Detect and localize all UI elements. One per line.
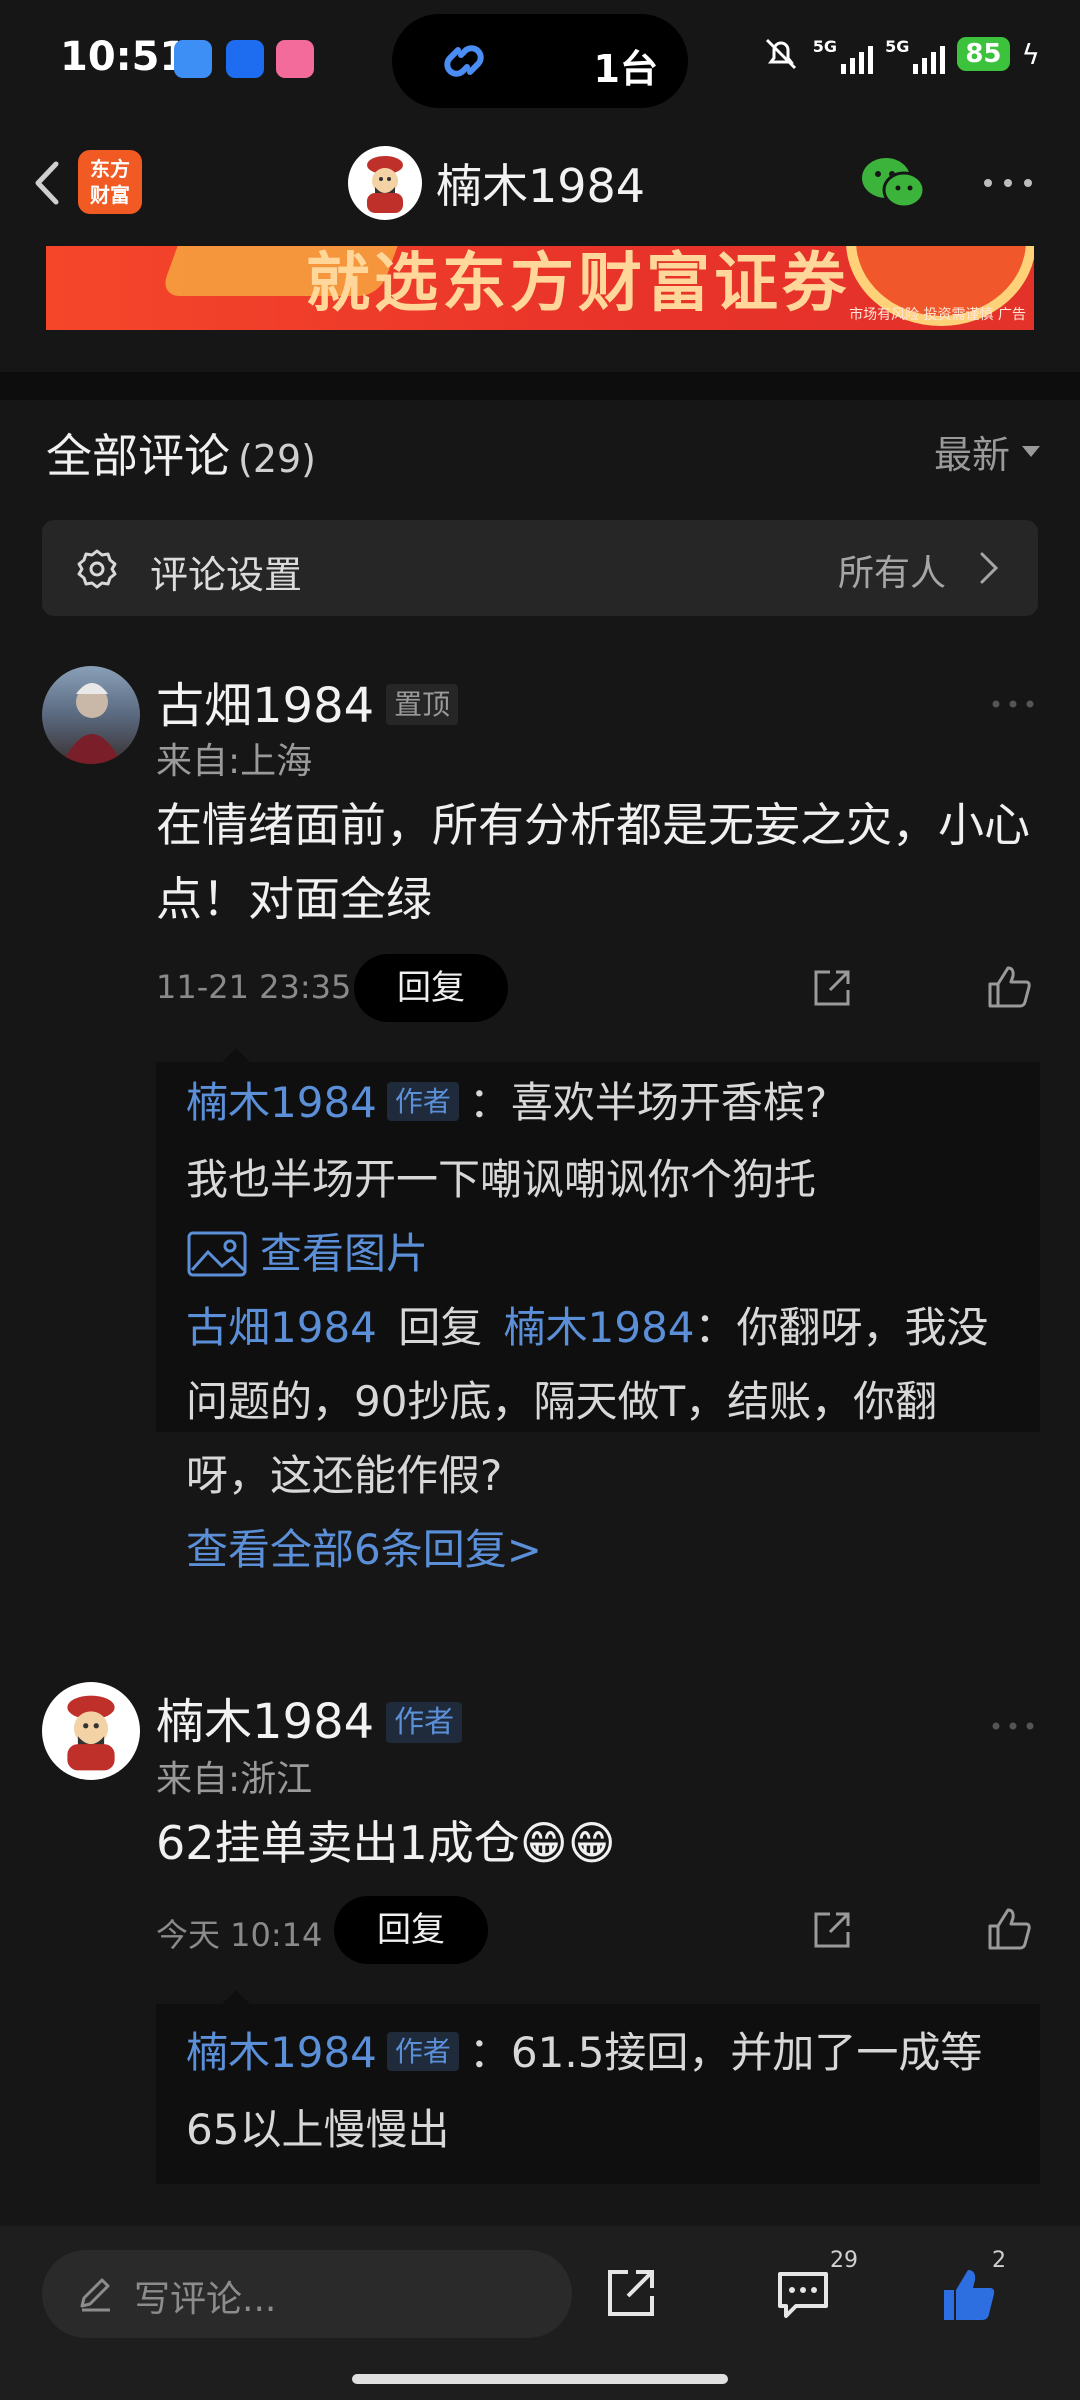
reply-thread: 楠木1984 作者 ：61.5接回，并加了一成等 65以上慢慢出 bbox=[156, 1990, 1040, 2184]
timestamp: 今天 10:14 bbox=[156, 1916, 323, 1954]
author-badge: 作者 bbox=[386, 1702, 463, 1743]
dynamic-island[interactable]: 1台 bbox=[392, 14, 688, 108]
view-all-replies-link[interactable]: 查看全部6条回复> bbox=[156, 1513, 1040, 1587]
write-comment-input[interactable]: 写评论... bbox=[42, 2250, 572, 2338]
thumbs-up-icon[interactable] bbox=[986, 1906, 1032, 1952]
pill-text: 1台 bbox=[593, 47, 658, 91]
more-icon[interactable] bbox=[980, 168, 1036, 198]
comment-settings-row[interactable]: 评论设置 所有人 bbox=[42, 520, 1038, 616]
author-badge: 作者 bbox=[386, 2031, 459, 2071]
comment-count: (29) bbox=[238, 437, 317, 481]
divider bbox=[0, 372, 1080, 400]
reply-item[interactable]: 楠木1984 作者 ：61.5接回，并加了一成等 bbox=[156, 2016, 1040, 2093]
comment-count-badge: 29 bbox=[830, 2248, 858, 2273]
caret-down-icon bbox=[1022, 446, 1040, 457]
battery-icon: 85 bbox=[957, 37, 1010, 71]
thumbs-up-filled-icon[interactable] bbox=[940, 2266, 998, 2324]
reply-item[interactable]: 古畑1984 回复 楠木1984：你翻呀，我没 bbox=[156, 1291, 1040, 1365]
bell-muted-icon bbox=[765, 38, 796, 70]
caishen-avatar-icon bbox=[67, 1695, 115, 1771]
notification-app-icon-1 bbox=[174, 40, 212, 78]
share-icon[interactable] bbox=[604, 2266, 658, 2320]
like-count-badge: 2 bbox=[992, 2248, 1006, 2273]
pinned-badge: 置顶 bbox=[386, 684, 459, 725]
avatar bbox=[348, 146, 422, 220]
comment-text: 在情绪面前，所有分析都是无妄之灾，小心 点！对面全绿 bbox=[156, 798, 1030, 926]
more-icon[interactable] bbox=[990, 1716, 1036, 1736]
chevron-right-icon bbox=[980, 552, 999, 584]
reply-username[interactable]: 楠木1984 bbox=[186, 2028, 377, 2077]
ad-banner[interactable]: 就选东方财富证券 市场有风险 投资需谨慎 广告 bbox=[46, 246, 1034, 330]
avatar[interactable] bbox=[42, 1682, 140, 1780]
comment-icon[interactable] bbox=[774, 2266, 832, 2322]
sort-dropdown[interactable]: 最新 bbox=[934, 424, 1040, 479]
home-indicator[interactable] bbox=[352, 2374, 728, 2384]
back-arrow-icon[interactable] bbox=[22, 156, 76, 210]
reply-username[interactable]: 楠木1984 bbox=[186, 1078, 377, 1127]
wechat-icon[interactable] bbox=[860, 154, 926, 214]
notification-app-icon-3 bbox=[276, 40, 314, 78]
gear-icon bbox=[77, 549, 117, 589]
nav-user[interactable]: 楠木1984 bbox=[348, 146, 645, 220]
ad-disclaimer: 市场有风险 投资需谨慎 广告 bbox=[849, 307, 1026, 323]
location: 来自:浙江 bbox=[156, 1759, 313, 1800]
signal-icon-1: 5G bbox=[813, 34, 874, 74]
caishen-avatar-icon bbox=[367, 156, 403, 213]
reply-button[interactable]: 回复 bbox=[354, 954, 508, 1022]
location: 来自:上海 bbox=[156, 741, 313, 782]
status-bar: 10:51 1台 5G 5G 85 ϟ bbox=[0, 0, 1080, 120]
image-icon bbox=[187, 1231, 247, 1276]
share-icon[interactable] bbox=[810, 1908, 854, 1952]
settings-value: 所有人 bbox=[837, 553, 946, 594]
more-icon[interactable] bbox=[990, 694, 1036, 714]
user-photo-icon bbox=[62, 683, 122, 764]
pencil-icon bbox=[80, 2278, 110, 2312]
timestamp: 11-21 23:35 bbox=[156, 968, 352, 1006]
status-indicators: 5G 5G 85 ϟ bbox=[761, 34, 1040, 74]
author-badge: 作者 bbox=[386, 1081, 459, 1121]
comment-text: 62挂单卖出1成仓😁😁 bbox=[156, 1816, 616, 1870]
charging-icon: ϟ bbox=[1021, 37, 1040, 71]
reply-text: 65以上慢慢出 bbox=[186, 2104, 450, 2154]
reply-item[interactable]: 楠木1984 作者 ：喜欢半场开香槟? bbox=[156, 1066, 1040, 1143]
reply-text: 我也半场开一下嘲讽嘲讽你个狗托 bbox=[186, 1154, 817, 1204]
thumbs-up-icon[interactable] bbox=[986, 964, 1032, 1010]
reply-thread: 楠木1984 作者 ：喜欢半场开香槟? 我也半场开一下嘲讽嘲讽你个狗托 查看图片 古… bbox=[156, 1048, 1040, 1574]
reply-button[interactable]: 回复 bbox=[334, 1896, 488, 1964]
share-icon[interactable] bbox=[810, 966, 854, 1010]
username[interactable]: 楠木1984 作者 bbox=[156, 1682, 463, 1752]
eastmoney-logo[interactable]: 东方 财富 bbox=[78, 150, 142, 214]
reply-text: 问题的，90抄底，隔天做T，结账，你翻 bbox=[186, 1376, 938, 1426]
view-image-link[interactable]: 查看图片 bbox=[156, 1217, 1040, 1291]
clock: 10:51 bbox=[60, 34, 188, 80]
nav-title: 楠木1984 bbox=[436, 159, 646, 213]
link-icon bbox=[444, 45, 484, 77]
reply-text: 呀，这还能作假? bbox=[186, 1450, 503, 1500]
settings-label: 评论设置 bbox=[150, 553, 303, 597]
comment-placeholder: 写评论... bbox=[134, 2279, 277, 2320]
username[interactable]: 古畑1984 置顶 bbox=[156, 666, 459, 736]
banner-text: 就选东方财富证券 bbox=[306, 247, 850, 321]
notification-app-icon-2 bbox=[226, 40, 264, 78]
signal-icon-2: 5G bbox=[885, 34, 946, 74]
reply-target[interactable]: 楠木1984 bbox=[504, 1303, 695, 1352]
comments-title: 全部评论 (29) bbox=[46, 429, 317, 483]
reply-username[interactable]: 古畑1984 bbox=[186, 1303, 377, 1352]
avatar[interactable] bbox=[42, 666, 140, 764]
top-nav: 东方 财富 楠木1984 bbox=[0, 120, 1080, 246]
